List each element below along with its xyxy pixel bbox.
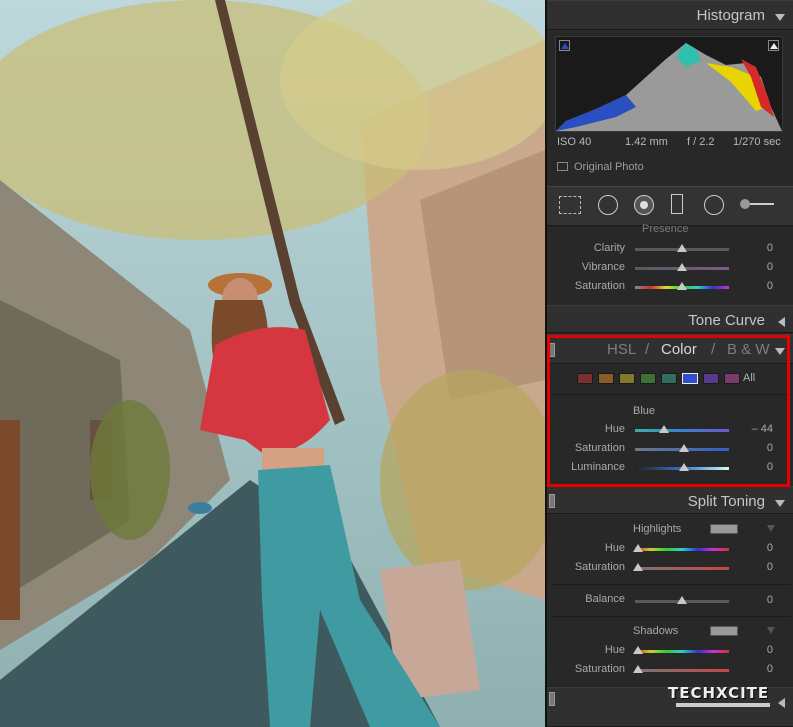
original-photo-label: Original Photo: [574, 161, 644, 173]
histogram-graph: [555, 36, 783, 132]
highlights-label: Highlights: [633, 523, 682, 535]
watermark-text: TECHXCITE: [668, 684, 770, 702]
slider-track[interactable]: [635, 548, 729, 551]
slider-value[interactable]: 0: [743, 280, 773, 292]
radial-filter-icon[interactable]: [704, 195, 724, 215]
slider-label: Clarity: [593, 242, 625, 254]
slider-thumb[interactable]: [677, 263, 687, 271]
highlight-clipping-icon[interactable]: [768, 40, 779, 51]
collapse-triangle-icon[interactable]: [775, 14, 785, 21]
slider-thumb[interactable]: [677, 282, 687, 290]
spot-removal-icon[interactable]: [598, 195, 618, 215]
slider-value[interactable]: 0: [743, 542, 773, 554]
presence-section: Presence Clarity 0 Vibrance 0 Saturation 0: [547, 223, 793, 305]
balance-value[interactable]: 0: [743, 594, 773, 606]
original-photo-checkbox[interactable]: [557, 162, 568, 171]
balance-label: Balance: [585, 593, 625, 605]
slider-track[interactable]: [635, 567, 729, 570]
panel-switch-icon[interactable]: [549, 494, 555, 508]
slider-label: Hue: [604, 644, 625, 656]
highlights-color-swatch[interactable]: [710, 524, 738, 534]
shadows-color-swatch[interactable]: [710, 626, 738, 636]
slider-label: Vibrance: [581, 261, 625, 273]
slider-track[interactable]: [635, 669, 729, 672]
slider-thumb[interactable]: [633, 544, 643, 552]
slider-value[interactable]: 0: [743, 561, 773, 573]
slider-label: Saturation: [574, 663, 625, 675]
photo-image: [0, 0, 545, 727]
highlights-triangle-icon[interactable]: [767, 525, 775, 532]
photo-preview: [0, 0, 545, 727]
watermark-logo: TECHXCITE: [668, 684, 778, 710]
presence-title: Presence: [642, 223, 689, 235]
histogram-section: ISO 40 1.42 mm f / 2.2 1/270 sec Origina…: [547, 30, 793, 186]
shutter-readout: 1/270 sec: [733, 136, 781, 148]
tool-strip: [547, 186, 793, 226]
histogram-title: Histogram: [696, 7, 765, 24]
histogram-curve: [556, 43, 782, 131]
highlight-box: [547, 335, 790, 487]
aperture-readout: f / 2.2: [687, 136, 715, 148]
tone-curve-header[interactable]: Tone Curve: [547, 305, 793, 333]
split-toning-title: Split Toning: [687, 493, 765, 510]
slider-label: Saturation: [574, 280, 625, 292]
collapse-triangle-icon[interactable]: [775, 500, 785, 507]
slider-thumb[interactable]: [633, 665, 643, 673]
histogram-header[interactable]: Histogram: [547, 0, 793, 30]
slider-label: Hue: [604, 542, 625, 554]
tone-curve-title: Tone Curve: [688, 312, 765, 329]
crop-tool-icon[interactable]: [559, 196, 581, 214]
slider-value[interactable]: 0: [743, 261, 773, 273]
expand-triangle-icon[interactable]: [778, 317, 785, 327]
panel-switch-icon[interactable]: [549, 692, 555, 706]
graduated-filter-icon[interactable]: [671, 194, 683, 214]
shadow-clipping-icon[interactable]: [559, 40, 570, 51]
slider-thumb[interactable]: [677, 244, 687, 252]
slider-track[interactable]: [635, 650, 729, 653]
slider-value[interactable]: 0: [743, 663, 773, 675]
watermark-underline: [676, 703, 770, 707]
split-toning-section: Highlights Hue 0 Saturation 0 Balance 0 Sha…: [547, 514, 793, 686]
slider-value[interactable]: 0: [743, 644, 773, 656]
adjustment-brush-icon[interactable]: [740, 199, 774, 209]
slider-label: Saturation: [574, 561, 625, 573]
expand-triangle-icon[interactable]: [778, 698, 785, 708]
slider-thumb[interactable]: [633, 563, 643, 571]
focal-length-readout: 1.42 mm: [625, 136, 668, 148]
shadows-label: Shadows: [633, 625, 679, 637]
shadows-triangle-icon[interactable]: [767, 627, 775, 634]
slider-value[interactable]: 0: [743, 242, 773, 254]
slider-thumb[interactable]: [633, 646, 643, 654]
red-eye-icon[interactable]: [634, 195, 654, 215]
split-toning-header[interactable]: Split Toning: [547, 486, 793, 514]
balance-slider-thumb[interactable]: [677, 596, 687, 604]
iso-readout: ISO 40: [557, 136, 592, 148]
